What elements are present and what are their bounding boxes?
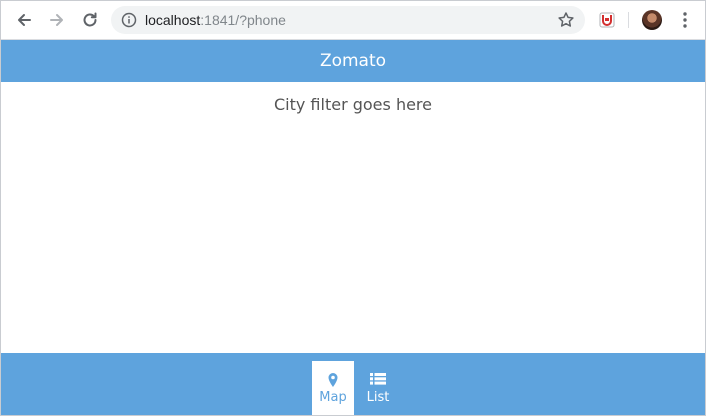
arrow-left-icon: [18, 14, 31, 26]
tab-list-label: List: [366, 390, 390, 405]
city-filter-placeholder: City filter goes here: [273, 95, 432, 114]
tab-list[interactable]: List: [357, 361, 399, 415]
list-icon: [370, 373, 386, 385]
main-content: City filter goes here: [1, 82, 705, 353]
reload-icon: [83, 12, 97, 27]
back-button[interactable]: [12, 8, 36, 32]
address-bar[interactable]: localhost:1841/?phone: [111, 6, 585, 34]
toolbar-divider: [628, 12, 629, 28]
tab-map[interactable]: Map: [312, 361, 354, 415]
info-icon[interactable]: [121, 12, 137, 28]
more-vert-icon[interactable]: [677, 11, 693, 29]
map-marker-icon: [328, 373, 338, 387]
arrow-right-icon: [50, 14, 63, 26]
url-path: :1841/?phone: [200, 12, 286, 28]
url-host: localhost: [145, 12, 201, 28]
extension-icon[interactable]: [599, 12, 615, 28]
browser-window: localhost:1841/?phone Zomato City filter…: [0, 0, 706, 416]
app-title: Zomato: [319, 51, 387, 71]
bottom-tab-bar: Map List: [1, 353, 705, 415]
forward-button[interactable]: [45, 8, 69, 32]
browser-toolbar: localhost:1841/?phone: [1, 1, 705, 40]
url-text[interactable]: localhost:1841/?phone: [145, 12, 286, 28]
profile-avatar[interactable]: [642, 10, 662, 30]
star-icon[interactable]: [557, 11, 575, 29]
reload-button[interactable]: [78, 8, 102, 32]
app-header: Zomato: [1, 40, 705, 82]
tab-map-label: Map: [319, 390, 347, 405]
